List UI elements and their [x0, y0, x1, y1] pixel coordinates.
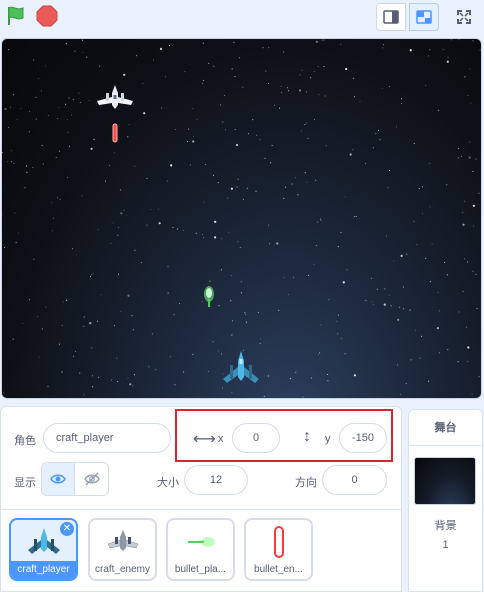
- backdrop-label: 背景: [434, 520, 457, 532]
- bullet-enemy-thumbnail: [246, 524, 311, 560]
- stage-panel-title: 舞台: [409, 410, 482, 446]
- eye-icon: [50, 474, 66, 484]
- craft-player-thumbnail: [11, 524, 76, 560]
- bullet-enemy-sprite[interactable]: [112, 123, 118, 143]
- backdrop-count: 1: [442, 539, 449, 551]
- sprite-tile-label: bullet_en...: [254, 564, 303, 575]
- craft-player-sprite[interactable]: [223, 351, 259, 383]
- stage-canvas[interactable]: [1, 38, 482, 399]
- stop-icon[interactable]: [36, 5, 58, 27]
- small-stage-icon: [383, 10, 399, 24]
- fullscreen-button[interactable]: [449, 3, 479, 31]
- large-stage-icon: [416, 10, 432, 24]
- eye-slash-icon: [83, 472, 100, 486]
- sprite-tile-label: bullet_pla...: [174, 564, 227, 575]
- sprite-list: ✕ craft_player craft_enemy bullet_pla...…: [0, 510, 402, 592]
- sprite-tile-label: craft_player: [11, 561, 76, 579]
- sprite-tile-craft-player[interactable]: ✕ craft_player: [9, 518, 78, 581]
- fullscreen-icon: [457, 10, 471, 24]
- hide-sprite-button[interactable]: [75, 463, 108, 495]
- size-label: 大小: [157, 477, 179, 489]
- stage-header: [0, 0, 484, 36]
- show-label: 显示: [14, 477, 36, 489]
- sprite-name-input[interactable]: craft_player: [43, 423, 171, 453]
- visibility-toggle: [41, 462, 109, 496]
- sprite-tile-bullet-enemy[interactable]: bullet_en...: [244, 518, 313, 581]
- backdrop-thumbnail[interactable]: [414, 457, 476, 505]
- craft-enemy-thumbnail: [90, 524, 155, 560]
- sprite-name-label: 角色: [14, 435, 36, 447]
- sprite-tile-label: craft_enemy: [94, 564, 151, 575]
- direction-input[interactable]: 0: [322, 465, 387, 495]
- position-highlight-box: [175, 409, 393, 462]
- sprite-tile-bullet-player[interactable]: bullet_pla...: [166, 518, 235, 581]
- green-flag-icon[interactable]: [4, 4, 28, 28]
- bullet-player-thumbnail: [168, 524, 233, 560]
- large-stage-button[interactable]: [409, 3, 439, 31]
- craft-enemy-sprite[interactable]: [97, 85, 133, 109]
- sprite-tile-craft-enemy[interactable]: craft_enemy: [88, 518, 157, 581]
- show-sprite-button[interactable]: [42, 463, 76, 495]
- direction-label: 方向: [295, 477, 317, 489]
- size-input[interactable]: 12: [184, 465, 248, 495]
- small-stage-button[interactable]: [376, 3, 406, 31]
- bullet-player-sprite[interactable]: [204, 286, 214, 307]
- stage-sprites: [97, 85, 259, 383]
- star: [143, 398, 145, 399]
- stage-target-panel[interactable]: 舞台 背景 1: [408, 409, 483, 592]
